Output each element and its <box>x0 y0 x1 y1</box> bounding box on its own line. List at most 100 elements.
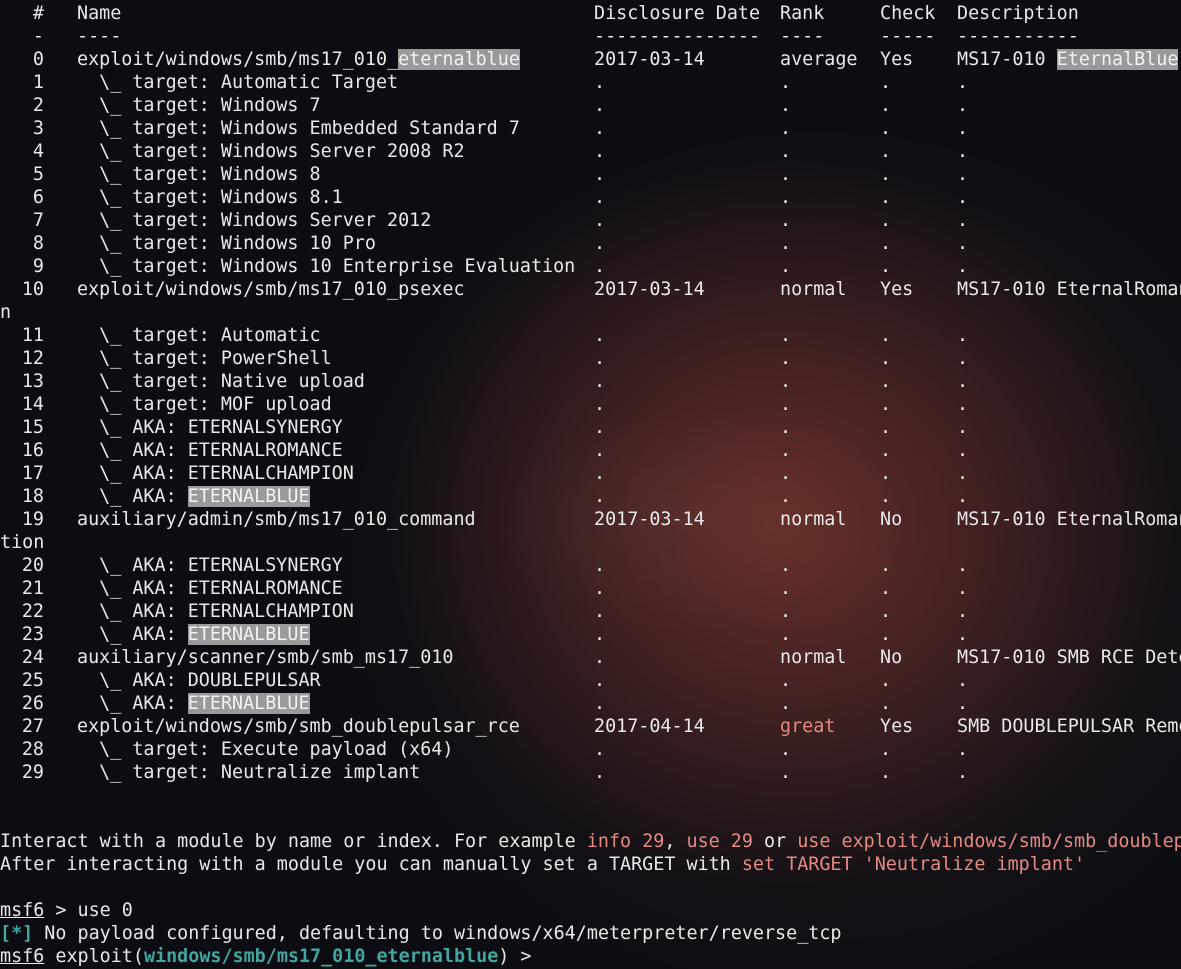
module-name: \_ target: Windows Embedded Standard 7 <box>77 117 520 140</box>
row-index: 19 <box>21 509 44 530</box>
separator-description: ----------- <box>957 26 1079 47</box>
disclosure-date: . <box>594 578 606 599</box>
description-text: . <box>957 417 969 438</box>
disclosure-date: . <box>594 555 606 576</box>
row-index: 25 <box>21 670 44 691</box>
disclosure-date: . <box>594 486 606 507</box>
description-text: . <box>957 762 969 783</box>
check: . <box>880 187 892 208</box>
row-index: 15 <box>21 417 44 438</box>
check: . <box>880 72 892 93</box>
description-text: . <box>957 440 969 461</box>
description: SMB DOUBLEPULSAR Remo <box>957 715 1181 738</box>
row-index: 21 <box>21 578 44 599</box>
description-text: . <box>957 233 969 254</box>
check: . <box>880 578 892 599</box>
module-name-text: \_ target: Windows Embedded Standard 7 <box>77 118 520 139</box>
description-text: . <box>957 371 969 392</box>
status-line: [*] No payload configured, defaulting to… <box>0 922 1181 945</box>
table-row: 27 exploit/windows/smb/smb_doublepulsar_r… <box>0 715 1181 738</box>
rank: . <box>780 141 792 162</box>
rank: . <box>780 578 792 599</box>
description-text: . <box>957 118 969 139</box>
module-name: \_ target: Windows 8.1 <box>77 186 343 209</box>
check: . <box>880 210 892 231</box>
row-index: 13 <box>21 371 44 392</box>
table-row: 13 \_ target: Native upload.... <box>0 370 1181 393</box>
module-name-text: auxiliary/scanner/smb/smb_ms17_010 <box>77 647 454 668</box>
rank: . <box>780 417 792 438</box>
description: . <box>957 439 968 462</box>
description: . <box>957 347 968 370</box>
command-line-2[interactable]: msf6 exploit(windows/smb/ms17_010_eterna… <box>0 945 1181 968</box>
module-name-text: \_ AKA: ETERNALROMANCE <box>77 440 343 461</box>
disclosure-date: 2017-03-14 <box>594 49 705 70</box>
disclosure-date: . <box>594 164 606 185</box>
check: . <box>880 256 892 277</box>
description: . <box>957 163 968 186</box>
description-text: SMB DOUBLEPULSAR Remo <box>957 716 1181 737</box>
module-name: \_ target: Execute payload (x64) <box>77 738 453 761</box>
table-row: 5 \_ target: Windows 8.... <box>0 163 1181 186</box>
table-row: 17 \_ AKA: ETERNALCHAMPION.... <box>0 462 1181 485</box>
row-index: 11 <box>21 325 44 346</box>
check: . <box>880 693 892 714</box>
search-match-highlight: eternalblue <box>398 49 520 70</box>
description: . <box>957 416 968 439</box>
rank: . <box>780 555 792 576</box>
module-name-text: \_ AKA: ETERNALCHAMPION <box>77 463 354 484</box>
module-name-text: \_ AKA: ETERNALSYNERGY <box>77 555 343 576</box>
row-index: 18 <box>21 486 44 507</box>
description: . <box>957 94 968 117</box>
module-name: \_ target: Automatic Target <box>77 71 398 94</box>
check: . <box>880 394 892 415</box>
check: . <box>880 348 892 369</box>
table-row: 12 \_ target: PowerShell.... <box>0 347 1181 370</box>
check: . <box>880 601 892 622</box>
description: . <box>957 577 968 600</box>
command-text: > use 0 <box>44 900 133 921</box>
disclosure-date: . <box>594 95 606 116</box>
check: . <box>880 325 892 346</box>
module-name-text: \_ target: Windows 8 <box>77 164 321 185</box>
description: MS17-010 EternalRoman <box>957 508 1181 531</box>
module-name-text: \_ target: Windows 7 <box>77 95 321 116</box>
table-row: 11 \_ target: Automatic.... <box>0 324 1181 347</box>
rank: normal <box>780 509 847 530</box>
check: . <box>880 739 892 760</box>
disclosure-date: . <box>594 256 606 277</box>
check: . <box>880 762 892 783</box>
header-num: # <box>32 3 44 24</box>
msf-prompt: msf6 <box>0 946 45 967</box>
rank: . <box>780 325 792 346</box>
module-name: \_ target: MOF upload <box>77 393 332 416</box>
module-name: exploit/windows/smb/smb_doublepulsar_rce <box>77 715 520 738</box>
description-text: . <box>957 348 969 369</box>
table-row: 16 \_ AKA: ETERNALROMANCE.... <box>0 439 1181 462</box>
row-index: 10 <box>21 279 44 300</box>
table-row: 1 \_ target: Automatic Target.... <box>0 71 1181 94</box>
row-index: 1 <box>32 72 44 93</box>
module-name: \_ AKA: ETERNALBLUE <box>77 692 310 715</box>
terminal[interactable]: # Name Disclosure Date Rank Check Descri… <box>0 0 1181 969</box>
description-text: . <box>957 72 969 93</box>
description: MS17-010 EternalRoman <box>957 278 1181 301</box>
description: . <box>957 623 968 646</box>
header-rank: Rank <box>780 3 825 24</box>
rank: average <box>780 49 858 70</box>
module-name: \_ target: Windows 7 <box>77 94 321 117</box>
module-name: \_ AKA: ETERNALROMANCE <box>77 577 343 600</box>
table-row: 22 \_ AKA: ETERNALCHAMPION.... <box>0 600 1181 623</box>
help-text: or <box>752 831 798 852</box>
description-text: . <box>957 463 969 484</box>
rank: . <box>780 693 792 714</box>
disclosure-date: . <box>594 325 606 346</box>
disclosure-date: . <box>594 348 606 369</box>
command-line-1: msf6 > use 0 <box>0 899 1181 922</box>
rank: . <box>780 440 792 461</box>
description-text: MS17-010 <box>957 49 1057 70</box>
module-name-text: \_ AKA: <box>77 624 188 645</box>
row-index: 20 <box>21 555 44 576</box>
header-date: Disclosure Date <box>594 3 761 24</box>
disclosure-date: . <box>594 210 606 231</box>
